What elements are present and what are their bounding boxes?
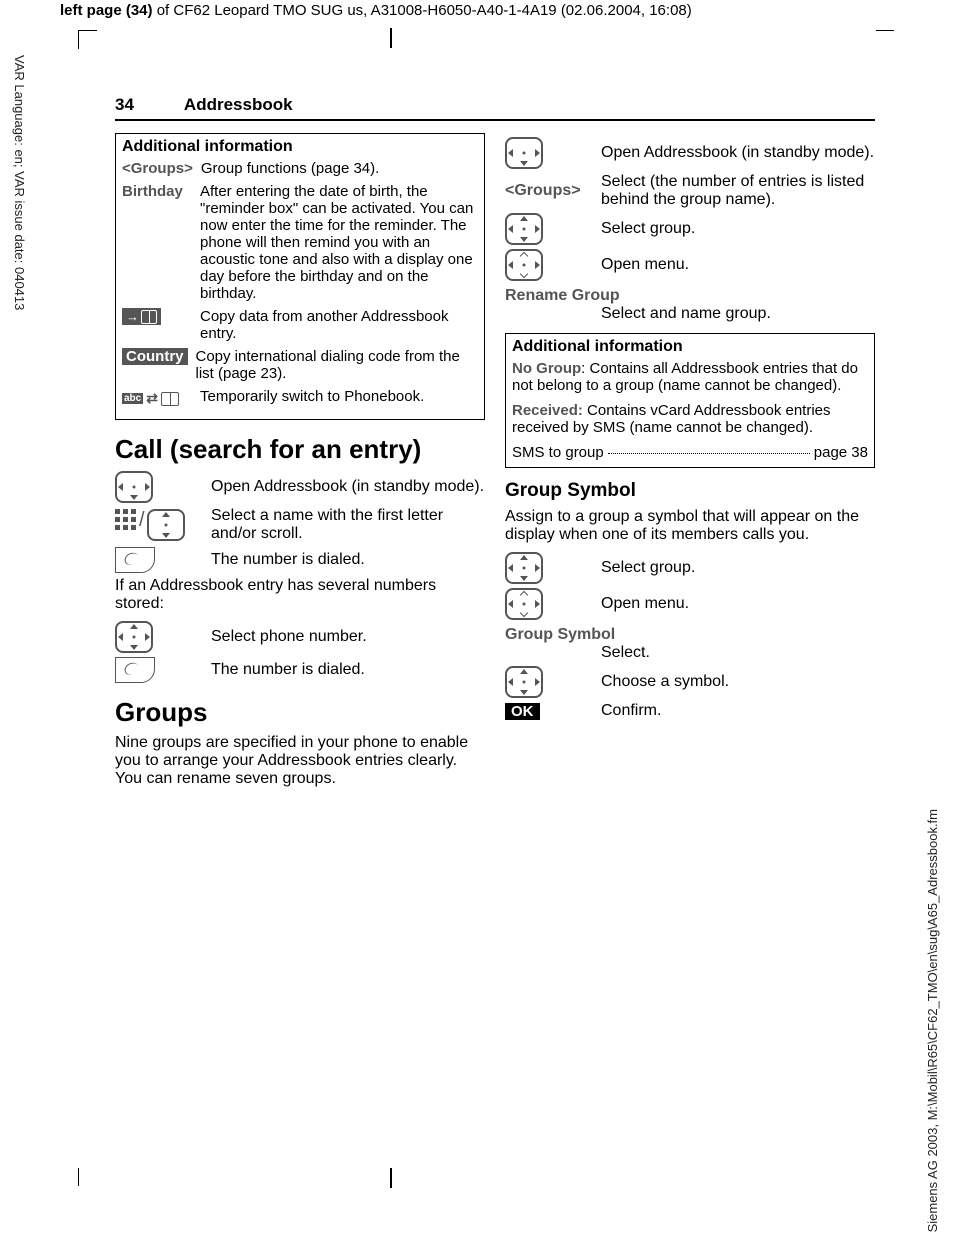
step-text: Open menu. bbox=[601, 256, 875, 274]
ok-badge: OK bbox=[505, 703, 585, 720]
group-symbol-label: Group Symbol bbox=[505, 626, 875, 644]
step-text: Choose a symbol. bbox=[601, 673, 875, 691]
additional-info-box-left: Additional information <Groups> Group fu… bbox=[115, 133, 485, 420]
received-label: Received: bbox=[512, 402, 583, 419]
nav-down-icon bbox=[115, 471, 195, 503]
info-row: → Copy data from another Addressbook ent… bbox=[122, 308, 478, 342]
step-text: Open Addressbook (in standby mode). bbox=[601, 144, 875, 162]
rename-group-label: Rename Group bbox=[505, 287, 875, 305]
crop-mark-tr bbox=[876, 30, 894, 49]
nav-open-icon bbox=[505, 249, 585, 281]
info-paragraph: Received: Contains vCard Addressbook ent… bbox=[512, 402, 868, 436]
info-val: Temporarily switch to Phonebook. bbox=[200, 388, 478, 405]
info-val: Copy data from another Addressbook entry… bbox=[200, 308, 478, 342]
nav-updown-icon bbox=[115, 621, 195, 653]
group-symbol-paragraph: Assign to a group a symbol that will app… bbox=[505, 508, 875, 544]
info-val: After entering the date of birth, the "r… bbox=[200, 183, 478, 302]
info-row: <Groups> Group functions (page 34). bbox=[122, 160, 478, 177]
step-row: Choose a symbol. bbox=[505, 666, 875, 698]
nav-down-icon bbox=[505, 137, 585, 169]
info-row: Birthday After entering the date of birt… bbox=[122, 183, 478, 302]
nav-updown-icon bbox=[505, 213, 585, 245]
step-row: The number is dialed. bbox=[115, 657, 485, 683]
sidebar-right-text: Siemens AG 2003, M:\Mobil\R65\CF62_TMO\e… bbox=[925, 809, 940, 1232]
page-number: 34 bbox=[115, 95, 134, 115]
page-title: Addressbook bbox=[184, 95, 293, 115]
call-note: If an Addressbook entry has several numb… bbox=[115, 577, 485, 613]
tick-mark bbox=[390, 1168, 392, 1188]
box-title: Additional information bbox=[122, 138, 478, 156]
copy-to-book-icon: → bbox=[122, 308, 192, 325]
page-header: 34 Addressbook bbox=[115, 95, 875, 121]
crop-mark-tl bbox=[78, 30, 97, 49]
info-val: Group functions (page 34). bbox=[201, 160, 478, 177]
call-key-icon bbox=[115, 657, 195, 683]
step-text: The number is dialed. bbox=[211, 551, 485, 569]
tick-mark bbox=[390, 28, 392, 48]
keypad-nav-icon: / bbox=[115, 509, 195, 541]
call-key-icon bbox=[115, 547, 195, 573]
doc-header-rest: of CF62 Leopard TMO SUG us, A31008-H6050… bbox=[153, 2, 692, 19]
step-text: Select (the number of entries is listed … bbox=[601, 173, 875, 209]
step-row: Select phone number. bbox=[115, 621, 485, 653]
nav-updown-icon bbox=[505, 552, 585, 584]
step-text: Open menu. bbox=[601, 595, 875, 613]
step-text: Confirm. bbox=[601, 702, 875, 720]
step-row: The number is dialed. bbox=[115, 547, 485, 573]
group-symbol-select: Select. bbox=[601, 644, 875, 662]
additional-info-box-right: Additional information No Group: Contain… bbox=[505, 333, 875, 468]
step-row: Open Addressbook (in standby mode). bbox=[115, 471, 485, 503]
info-key-country: Country bbox=[122, 348, 188, 365]
step-text: Select group. bbox=[601, 220, 875, 238]
leader-dots bbox=[608, 453, 810, 454]
groups-paragraph: Nine groups are specified in your phone … bbox=[115, 734, 485, 788]
nav-all-icon bbox=[505, 666, 585, 698]
step-row: Open Addressbook (in standby mode). bbox=[505, 137, 875, 169]
sms-to-group-line: SMS to group page 38 bbox=[512, 444, 868, 461]
info-val: Copy international dialing code from the… bbox=[196, 348, 479, 382]
heading-groups: Groups bbox=[115, 697, 485, 728]
sidebar-left-text: VAR Language: en; VAR issue date: 040413 bbox=[12, 55, 27, 310]
sms-left: SMS to group bbox=[512, 444, 604, 461]
crop-mark-bl bbox=[78, 1168, 97, 1186]
step-row: OK Confirm. bbox=[505, 702, 875, 720]
heading-group-symbol: Group Symbol bbox=[505, 480, 875, 502]
step-row: Open menu. bbox=[505, 588, 875, 620]
step-row: <Groups> Select (the number of entries i… bbox=[505, 173, 875, 209]
box-title: Additional information bbox=[512, 338, 868, 356]
step-text: Open Addressbook (in standby mode). bbox=[211, 478, 485, 496]
doc-header: left page (34) of CF62 Leopard TMO SUG u… bbox=[60, 2, 692, 19]
step-text: Select a name with the first letter and/… bbox=[211, 507, 485, 543]
info-key-birthday: Birthday bbox=[122, 183, 192, 200]
step-text: Select group. bbox=[601, 559, 875, 577]
swap-book-icon: abc⇄ bbox=[122, 388, 192, 407]
no-group-label: No Group bbox=[512, 360, 581, 377]
step-row: Open menu. bbox=[505, 249, 875, 281]
sms-right: page 38 bbox=[814, 444, 868, 461]
info-key-groups: <Groups> bbox=[122, 160, 193, 177]
nav-open-icon bbox=[505, 588, 585, 620]
heading-call-search: Call (search for an entry) bbox=[115, 434, 485, 465]
step-row: / Select a name with the first letter an… bbox=[115, 507, 485, 543]
info-paragraph: No Group: Contains all Addressbook entri… bbox=[512, 360, 868, 394]
step-text: The number is dialed. bbox=[211, 661, 485, 679]
info-row: abc⇄ Temporarily switch to Phonebook. bbox=[122, 388, 478, 407]
info-row: Country Copy international dialing code … bbox=[122, 348, 478, 382]
rename-group-text: Select and name group. bbox=[601, 305, 875, 323]
step-row: Select group. bbox=[505, 213, 875, 245]
doc-header-prefix: left page (34) bbox=[60, 2, 153, 19]
groups-label: <Groups> bbox=[505, 182, 585, 200]
step-row: Select group. bbox=[505, 552, 875, 584]
step-text: Select phone number. bbox=[211, 628, 485, 646]
